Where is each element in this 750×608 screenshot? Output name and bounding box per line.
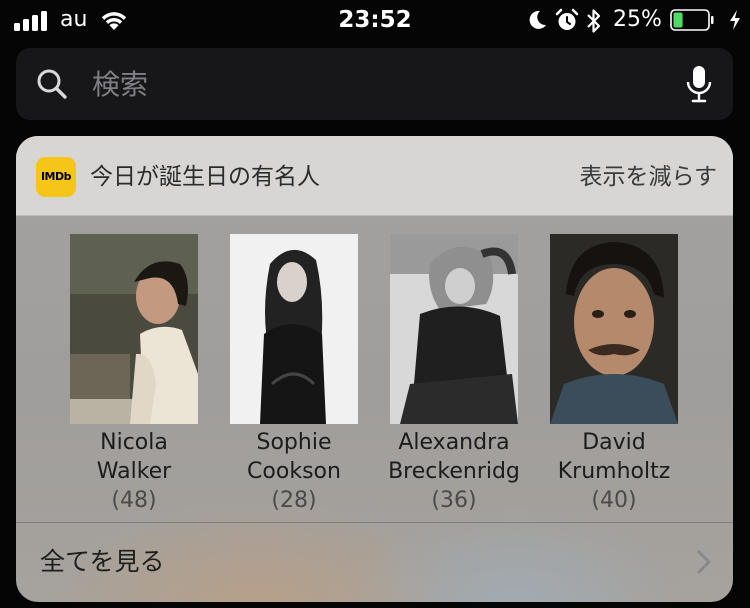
person-photo (550, 234, 678, 424)
person-card[interactable]: David Krumholtz (40) (534, 234, 694, 519)
person-age: (48) (111, 488, 157, 513)
imdb-logo: IMDb (36, 157, 76, 197)
person-name: Alexandra Breckenridg (388, 430, 520, 484)
widget-header: IMDb 今日が誕生日の有名人 表示を減らす (16, 136, 733, 216)
bluetooth-icon (587, 9, 601, 33)
show-less-button[interactable]: 表示を減らす (579, 161, 717, 193)
battery-icon (670, 9, 714, 31)
person-age: (28) (271, 488, 317, 513)
person-name: Sophie Cookson (247, 430, 341, 484)
person-name: David Krumholtz (557, 430, 671, 484)
moon-icon (529, 10, 546, 29)
person-age: (40) (591, 488, 637, 513)
person-card[interactable]: Nicola Walker (48) (54, 234, 214, 519)
search-input[interactable] (92, 62, 672, 106)
search-icon (37, 69, 67, 99)
see-all-button[interactable]: 全てを見る (16, 523, 733, 602)
person-photo (390, 234, 518, 424)
imdb-widget: IMDb 今日が誕生日の有名人 表示を減らす Nicola Walker (48… (16, 136, 733, 602)
person-photo (230, 234, 358, 424)
chevron-right-icon (697, 550, 711, 574)
see-all-label: 全てを見る (40, 547, 165, 576)
birthday-people-list: Nicola Walker (48) Sophie Cookson (28) A… (16, 234, 733, 519)
charging-icon (730, 10, 740, 30)
person-age: (36) (431, 488, 477, 513)
person-card[interactable]: Sophie Cookson (28) (214, 234, 374, 519)
person-name: Nicola Walker (96, 430, 172, 484)
alarm-icon (555, 8, 579, 30)
widget-title: 今日が誕生日の有名人 (90, 164, 320, 190)
person-card[interactable]: Alexandra Breckenridg (36) (374, 234, 534, 519)
battery-percent: 25% (613, 7, 662, 32)
status-bar: au 23:52 25% (0, 0, 750, 40)
search-bar[interactable] (16, 48, 733, 120)
person-photo (70, 234, 198, 424)
microphone-icon[interactable] (686, 65, 712, 105)
